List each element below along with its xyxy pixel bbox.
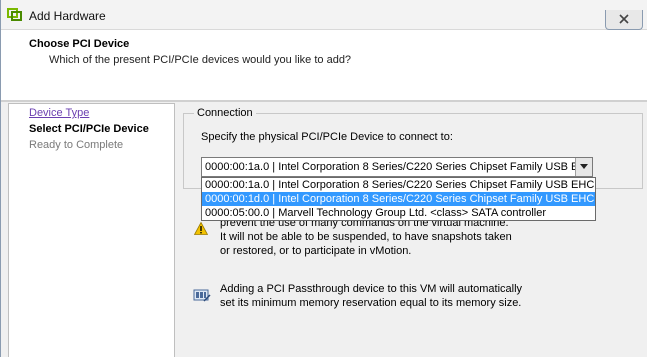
step-select-pci-device: Select PCI/PCIe Device xyxy=(29,123,149,135)
warning-triangle-icon xyxy=(193,221,209,238)
header-divider xyxy=(1,100,647,102)
connection-legend: Connection xyxy=(194,107,256,119)
connection-instruction: Specify the physical PCI/PCIe Device to … xyxy=(201,131,453,143)
step-ready-to-complete: Ready to Complete xyxy=(29,139,124,151)
page-subtitle: Which of the present PCI/PCIe devices wo… xyxy=(49,54,352,66)
window-title: Add Hardware xyxy=(29,9,106,23)
close-button[interactable] xyxy=(605,10,643,30)
warning-line: or restored, or to participate in vMotio… xyxy=(220,245,412,257)
title-bar: Add Hardware xyxy=(1,0,647,30)
info-line: Adding a PCI Passthrough device to this … xyxy=(220,283,523,295)
pci-device-dropdown-list: 0000:00:1a.0 | Intel Corporation 8 Serie… xyxy=(201,177,596,221)
page-title: Choose PCI Device xyxy=(29,38,130,50)
wizard-steps: Device Type Select PCI/PCIe Device Ready… xyxy=(8,103,175,357)
info-line: set its minimum memory reservation equal… xyxy=(220,297,522,309)
warning-line: It will not be able to be suspended, to … xyxy=(220,231,512,243)
add-hardware-window: Add Hardware Choose PCI Device Which of … xyxy=(0,0,647,357)
pci-device-select[interactable]: 0000:00:1a.0 | Intel Corporation 8 Serie… xyxy=(201,157,593,177)
info-message: Adding a PCI Passthrough device to this … xyxy=(220,282,620,310)
dropdown-button[interactable] xyxy=(575,158,592,176)
vsphere-logo-icon xyxy=(7,8,23,22)
memory-info-icon xyxy=(193,287,211,306)
wizard-content: Connection Specify the physical PCI/PCIe… xyxy=(177,103,647,357)
dropdown-option[interactable]: 0000:05:00.0 | Marvell Technology Group … xyxy=(202,206,595,220)
chevron-down-icon xyxy=(580,164,588,169)
dropdown-option[interactable]: 0000:00:1a.0 | Intel Corporation 8 Serie… xyxy=(202,178,595,192)
pci-device-select-value: 0000:00:1a.0 | Intel Corporation 8 Serie… xyxy=(205,161,593,173)
step-device-type[interactable]: Device Type xyxy=(29,107,89,119)
wizard-header: Choose PCI Device Which of the present P… xyxy=(1,30,647,100)
warning-message: prevent the use of many commands on the … xyxy=(220,216,620,258)
dropdown-option-highlighted[interactable]: 0000:00:1d.0 | Intel Corporation 8 Serie… xyxy=(202,192,595,206)
close-icon xyxy=(619,14,629,24)
